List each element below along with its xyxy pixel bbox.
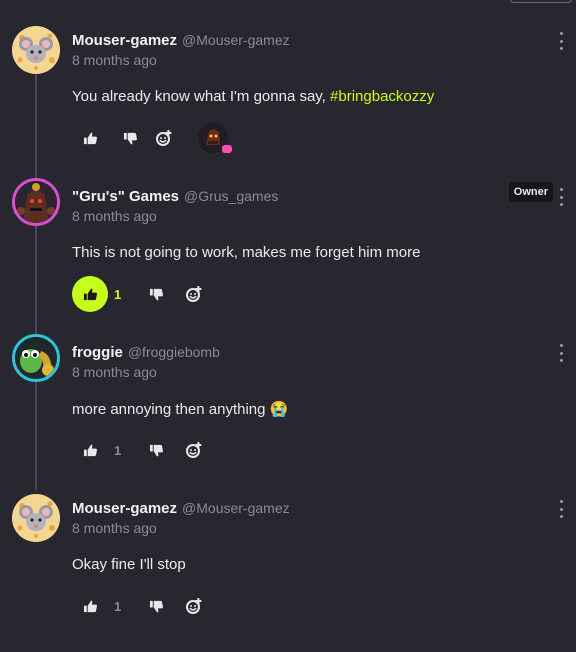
avatar[interactable] xyxy=(12,178,60,226)
add-reaction-button[interactable] xyxy=(176,276,212,312)
more-vertical-icon[interactable] xyxy=(558,344,564,362)
comment-text: You already know what I'm gonna say, #br… xyxy=(72,88,434,105)
thread-line xyxy=(35,70,37,490)
comment-header: Mouser-gamez @Mouser-gamez xyxy=(72,498,290,518)
like-count: 1 xyxy=(114,286,122,302)
avatar[interactable] xyxy=(12,334,60,382)
thumbs-up-icon xyxy=(83,443,98,458)
comment-header: froggie @froggiebomb xyxy=(72,342,220,362)
add-reaction-icon xyxy=(155,129,173,147)
comment-text-plain: You already know what I'm gonna say, xyxy=(72,88,331,105)
thumbs-down-icon xyxy=(123,131,138,146)
author-handle[interactable]: @Grus_games xyxy=(184,188,278,204)
dislike-button[interactable] xyxy=(138,588,174,624)
more-vertical-icon[interactable] xyxy=(558,32,564,50)
comment-actions xyxy=(72,120,232,156)
comment-header: "Gru's" Games @Grus_games xyxy=(72,186,278,206)
like-button[interactable] xyxy=(72,276,108,312)
comment-actions: 1 xyxy=(72,276,212,312)
timestamp: 8 months ago xyxy=(72,364,157,380)
comment-header: Mouser-gamez @Mouser-gamez xyxy=(72,30,290,50)
like-button[interactable] xyxy=(72,432,108,468)
add-reaction-icon xyxy=(185,597,203,615)
comment-text: more annoying then anything 😭 xyxy=(72,401,289,418)
add-reaction-icon xyxy=(185,285,203,303)
thumbs-down-icon xyxy=(149,443,164,458)
author-name[interactable]: Mouser-gamez xyxy=(72,32,177,49)
author-name[interactable]: "Gru's" Games xyxy=(72,188,179,205)
timestamp: 8 months ago xyxy=(72,520,157,536)
comment-actions: 1 xyxy=(72,432,212,468)
owner-badge: Owner xyxy=(508,182,553,202)
author-name[interactable]: froggie xyxy=(72,344,123,361)
add-reaction-button[interactable] xyxy=(176,432,212,468)
reaction-avatar[interactable] xyxy=(198,123,232,153)
author-handle[interactable]: @froggiebomb xyxy=(128,344,220,360)
more-vertical-icon[interactable] xyxy=(558,188,564,206)
thumbs-up-icon xyxy=(83,599,98,614)
like-count: 1 xyxy=(114,442,122,458)
dislike-button[interactable] xyxy=(138,276,174,312)
add-reaction-icon xyxy=(185,441,203,459)
add-reaction-button[interactable] xyxy=(176,588,212,624)
timestamp: 8 months ago xyxy=(72,52,157,68)
thumbs-up-icon xyxy=(83,131,98,146)
avatar[interactable] xyxy=(12,494,60,542)
more-vertical-icon[interactable] xyxy=(558,500,564,518)
thumbs-up-icon xyxy=(83,287,98,302)
hashtag-link[interactable]: #bringbackozzy xyxy=(330,88,434,105)
author-handle[interactable]: @Mouser-gamez xyxy=(182,32,290,48)
reaction-badge xyxy=(222,145,232,153)
timestamp: 8 months ago xyxy=(72,208,157,224)
author-handle[interactable]: @Mouser-gamez xyxy=(182,500,290,516)
dislike-button[interactable] xyxy=(112,120,148,156)
avatar[interactable] xyxy=(12,26,60,74)
comment-text: This is not going to work, makes me forg… xyxy=(72,244,421,261)
dislike-button[interactable] xyxy=(138,432,174,468)
top-partial-button[interactable] xyxy=(510,0,572,3)
like-count: 1 xyxy=(114,598,122,614)
author-name[interactable]: Mouser-gamez xyxy=(72,500,177,517)
comment-actions: 1 xyxy=(72,588,212,624)
like-button[interactable] xyxy=(72,120,108,156)
thumbs-down-icon xyxy=(149,287,164,302)
thumbs-down-icon xyxy=(149,599,164,614)
comment-text: Okay fine I'll stop xyxy=(72,556,186,573)
add-reaction-button[interactable] xyxy=(146,120,182,156)
like-button[interactable] xyxy=(72,588,108,624)
